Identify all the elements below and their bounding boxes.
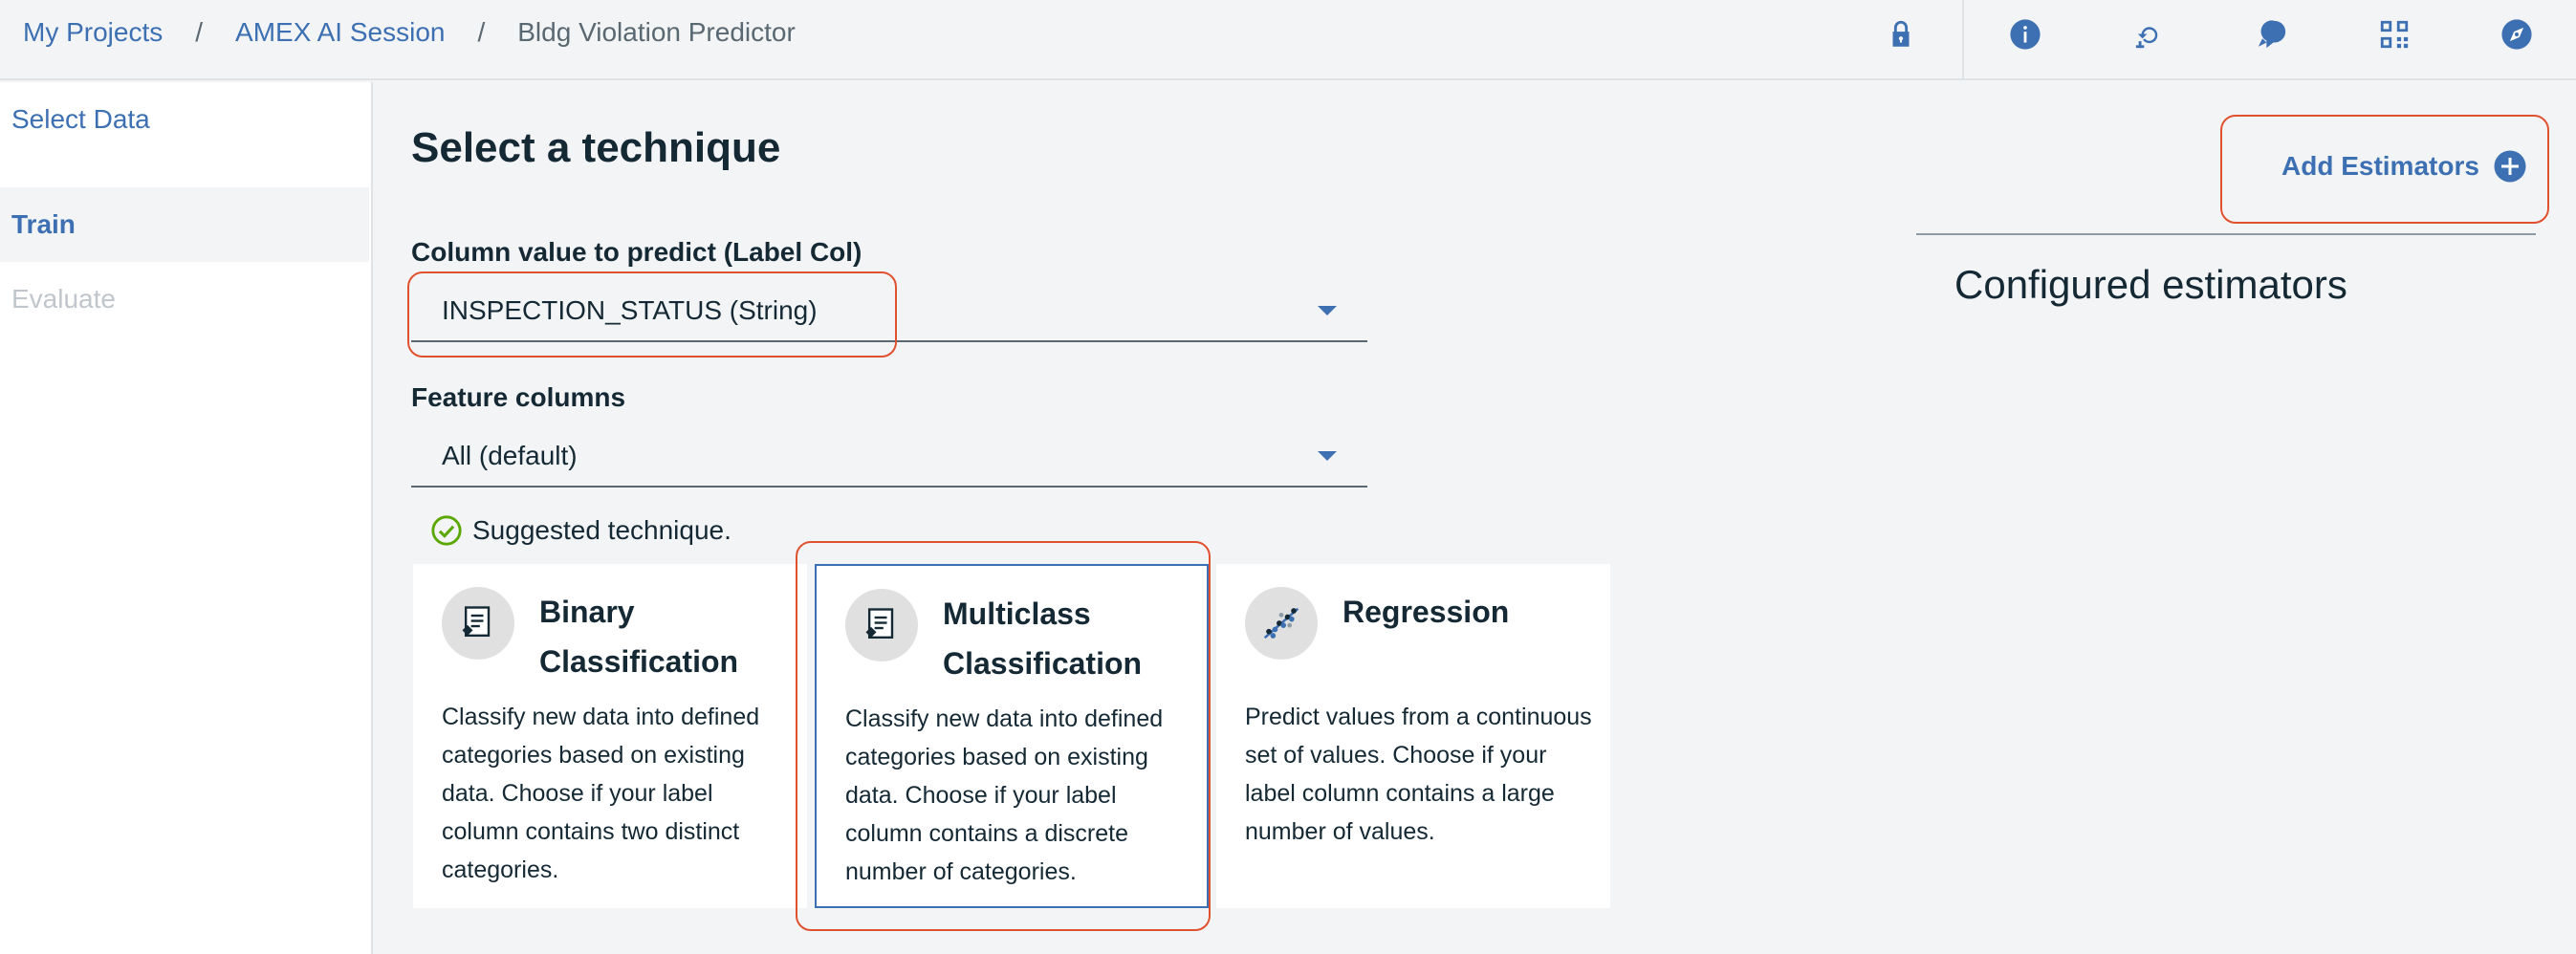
technique-card-regression[interactable]: Regression Predict values from a continu… <box>1216 564 1610 908</box>
feature-cols-select[interactable]: All (default) <box>411 426 1367 488</box>
add-estimators-label: Add Estimators <box>2281 151 2479 181</box>
technique-title: Multiclass Classification <box>943 596 1143 681</box>
technique-card-binary[interactable]: Binary Classification Classify new data … <box>413 564 807 908</box>
label-col-select[interactable]: INSPECTION_STATUS (String) <box>411 281 1367 342</box>
feature-cols-value: All (default) <box>442 441 578 470</box>
add-circle-icon <box>2494 150 2526 183</box>
top-header: My Projects / AMEX AI Session / Bldg Vio… <box>0 0 2576 80</box>
chat-icon[interactable] <box>2253 15 2291 54</box>
tagged-document-icon <box>442 587 514 660</box>
label-col-value: INSPECTION_STATUS (String) <box>442 295 818 325</box>
info-icon[interactable] <box>2006 15 2044 54</box>
breadcrumb-current: Bldg Violation Predictor <box>517 17 796 47</box>
checkmark-circle-icon <box>431 515 462 546</box>
technique-card-multiclass[interactable]: Multiclass Classification Classify new d… <box>815 564 1209 908</box>
estimators-divider <box>1916 233 2536 235</box>
feature-cols-label: Feature columns <box>411 382 626 412</box>
breadcrumb-project[interactable]: AMEX AI Session <box>235 17 445 48</box>
technique-description: Classify new data into defined categorie… <box>442 704 760 883</box>
history-icon[interactable] <box>2130 15 2169 54</box>
grid-icon[interactable] <box>2375 15 2413 54</box>
suggested-technique-text: Suggested technique. <box>472 515 731 545</box>
regression-dots-icon <box>1245 587 1318 660</box>
breadcrumb-separator: / <box>477 17 486 47</box>
add-estimators-button[interactable]: Add Estimators <box>2281 149 2527 184</box>
sidebar: Select Data Train Evaluate <box>0 82 373 954</box>
sidebar-item-select-data[interactable]: Select Data <box>0 82 369 157</box>
compass-icon[interactable] <box>2498 15 2536 54</box>
breadcrumb: My Projects / AMEX AI Session / Bldg Vio… <box>23 17 796 48</box>
sidebar-item-evaluate: Evaluate <box>11 284 116 314</box>
label-col-label: Column value to predict (Label Col) <box>411 237 862 267</box>
suggested-technique-note: Suggested technique. <box>430 514 731 547</box>
breadcrumb-separator: / <box>195 17 204 47</box>
page-title: Select a technique <box>411 124 781 171</box>
header-divider <box>1962 0 1964 80</box>
chevron-down-icon <box>1318 451 1337 461</box>
lock-icon[interactable] <box>1882 15 1920 54</box>
technique-title: Binary Classification <box>539 595 739 679</box>
breadcrumb-my-projects[interactable]: My Projects <box>23 17 163 48</box>
technique-description: Classify new data into defined categorie… <box>845 705 1164 885</box>
sidebar-item-train[interactable]: Train <box>0 187 369 262</box>
chevron-down-icon <box>1318 306 1337 315</box>
configured-estimators-title: Configured estimators <box>1954 262 2347 307</box>
tagged-document-icon <box>845 589 918 661</box>
technique-title: Regression <box>1343 595 1510 629</box>
technique-description: Predict values from a continuous set of … <box>1245 704 1592 845</box>
